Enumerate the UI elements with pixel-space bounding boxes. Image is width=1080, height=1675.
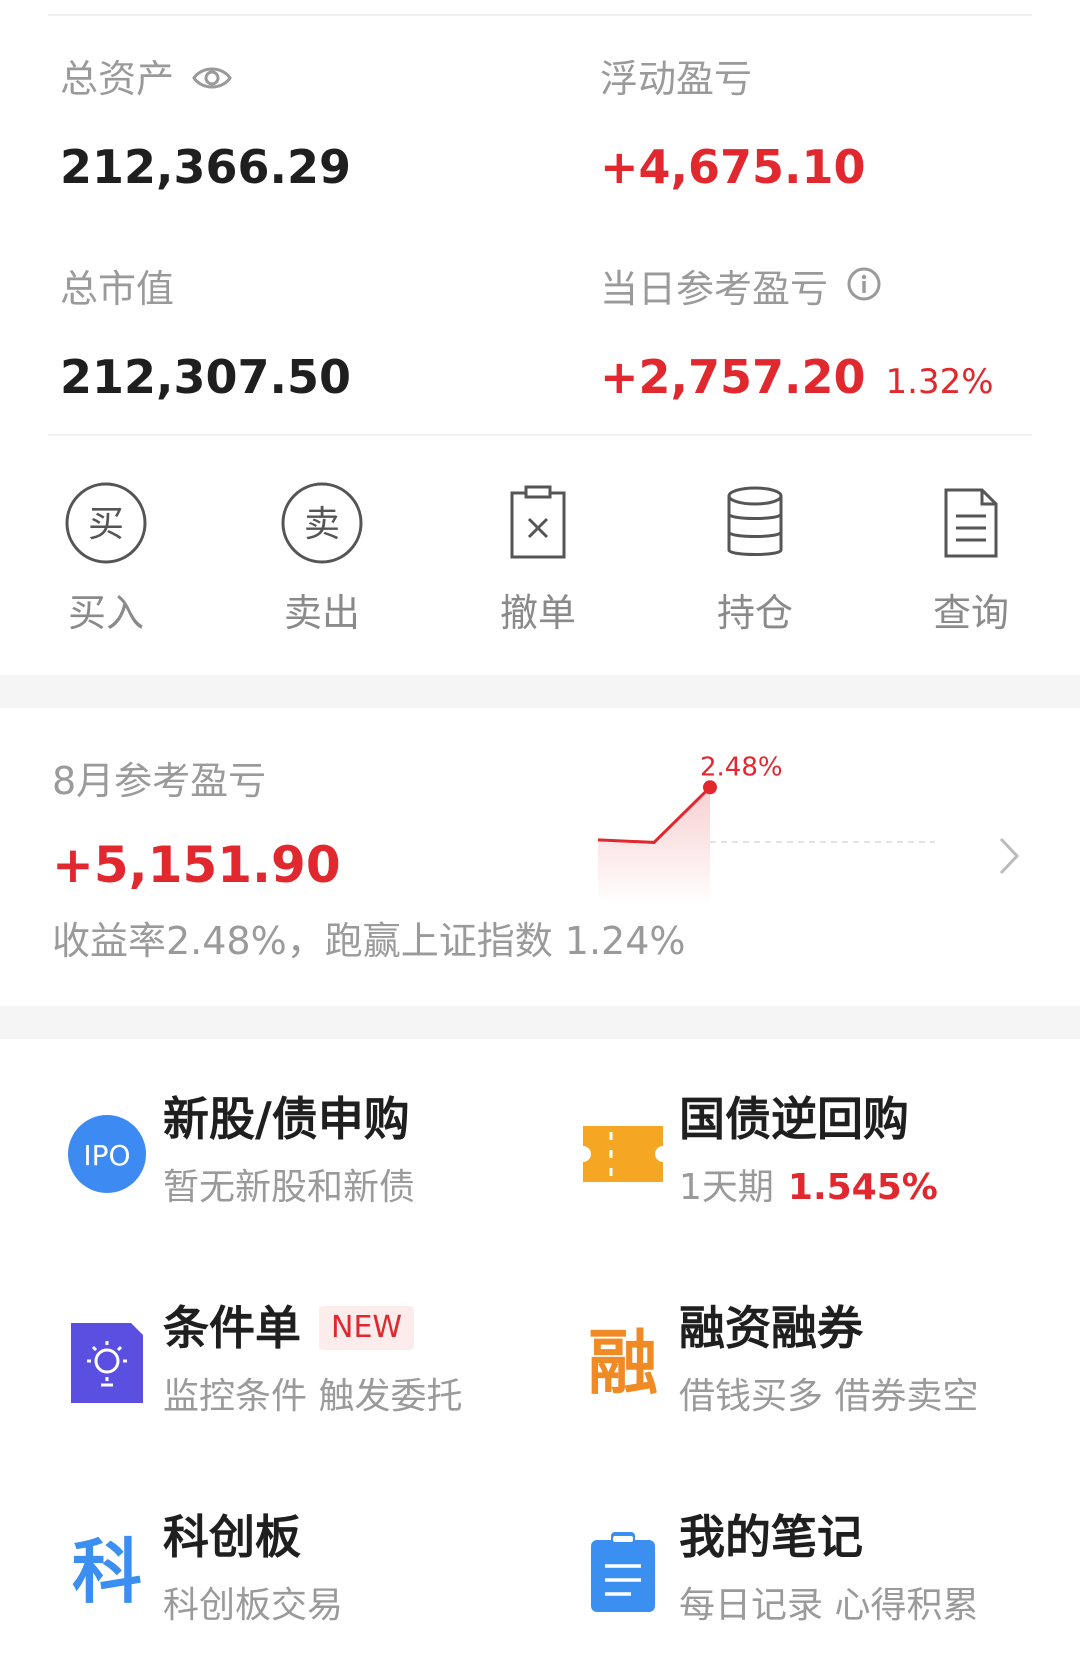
feature-reverse-repo-title: 国债逆回购 bbox=[679, 1092, 909, 1146]
clipboard-icon bbox=[573, 1522, 673, 1622]
feature-ipo[interactable]: IPO 新股/债申购 暂无新股和新债 bbox=[57, 1084, 557, 1224]
floating-pl-cell: 浮动盈亏 +4,675.10 bbox=[600, 56, 866, 194]
total-assets-label: 总资产 bbox=[60, 57, 175, 101]
total-assets-value: 212,366.29 bbox=[60, 140, 352, 194]
asset-summary: 总资产 212,366.29 浮动盈亏 +4,675.10 总市值 212,30… bbox=[0, 0, 1080, 440]
repo-rate: 1.545% bbox=[787, 1167, 938, 1208]
buy-icon: 买 bbox=[31, 478, 181, 568]
feature-notes-subtitle: 每日记录 心得积累 bbox=[679, 1585, 979, 1626]
summary-divider bbox=[48, 434, 1032, 436]
feature-notes-title: 我的笔记 bbox=[679, 1510, 863, 1564]
feature-ipo-title: 新股/债申购 bbox=[163, 1092, 410, 1146]
action-holdings-label: 持仓 bbox=[716, 591, 793, 635]
floating-pl-value: +4,675.10 bbox=[600, 140, 866, 194]
eye-icon[interactable] bbox=[192, 56, 232, 102]
margin-icon-char: 融 bbox=[588, 1322, 658, 1404]
feature-star-title: 科创板 bbox=[163, 1510, 301, 1564]
ipo-icon-text: IPO bbox=[83, 1139, 130, 1172]
daily-pl-cell: 当日参考盈亏 +2,757.20 1.32% bbox=[600, 266, 994, 409]
holdings-icon bbox=[680, 478, 830, 568]
action-sell-label: 卖出 bbox=[283, 591, 360, 635]
feature-margin-subtitle: 借钱买多 借券卖空 bbox=[679, 1376, 979, 1417]
feature-margin-trading[interactable]: 融 融资融券 借钱买多 借券卖空 bbox=[573, 1293, 1073, 1433]
market-value-label: 总市值 bbox=[60, 267, 175, 311]
action-sell[interactable]: 卖 卖出 bbox=[247, 478, 397, 636]
monthly-pl-summary: 收益率2.48%，跑赢上证指数 1.24% bbox=[52, 919, 686, 963]
query-document-icon bbox=[896, 478, 1046, 568]
monthly-pl-value: +5,151.90 bbox=[52, 836, 341, 894]
action-query-label: 查询 bbox=[932, 591, 1009, 635]
info-icon[interactable] bbox=[846, 266, 882, 312]
feature-margin-title: 融资融券 bbox=[679, 1301, 863, 1355]
repo-term: 1天期 bbox=[679, 1167, 774, 1208]
market-value-cell: 总市值 212,307.50 bbox=[60, 266, 351, 404]
chart-end-label: 2.48% bbox=[700, 752, 783, 782]
action-holdings[interactable]: 持仓 bbox=[680, 478, 830, 636]
margin-icon: 融 bbox=[573, 1313, 673, 1413]
sell-icon-char: 卖 bbox=[304, 504, 340, 545]
action-buy[interactable]: 买 买入 bbox=[31, 478, 181, 636]
feature-notes[interactable]: 我的笔记 每日记录 心得积累 bbox=[573, 1502, 1073, 1642]
feature-star-subtitle: 科创板交易 bbox=[163, 1585, 344, 1626]
section-gap bbox=[0, 675, 1080, 708]
buy-icon-char: 买 bbox=[88, 504, 124, 545]
market-value-value: 212,307.50 bbox=[60, 350, 352, 404]
monthly-pl-label: 8月参考盈亏 bbox=[52, 759, 267, 803]
action-query[interactable]: 查询 bbox=[896, 478, 1046, 636]
new-badge: NEW bbox=[319, 1306, 415, 1350]
floating-pl-label: 浮动盈亏 bbox=[600, 57, 753, 101]
chart-end-point bbox=[703, 780, 717, 795]
ipo-icon: IPO bbox=[57, 1104, 157, 1204]
monthly-pl-card[interactable]: 8月参考盈亏 +5,151.90 收益率2.48%，跑赢上证指数 1.24% 2… bbox=[0, 708, 1080, 1006]
feature-reverse-repo[interactable]: 国债逆回购 1天期 1.545% bbox=[573, 1084, 1073, 1224]
daily-pl-label: 当日参考盈亏 bbox=[600, 267, 829, 311]
trade-actions: 买 买入 卖 卖出 撤单 持仓 查询 bbox=[0, 478, 1080, 648]
star-market-icon-char: 科 bbox=[72, 1531, 142, 1613]
section-gap bbox=[0, 1006, 1080, 1039]
ticket-icon bbox=[573, 1104, 673, 1204]
sell-icon: 卖 bbox=[247, 478, 397, 568]
cancel-order-icon bbox=[463, 478, 613, 568]
feature-conditional-subtitle: 监控条件 触发委托 bbox=[163, 1376, 463, 1417]
daily-pl-percent: 1.32% bbox=[885, 362, 994, 402]
star-market-icon: 科 bbox=[57, 1522, 157, 1622]
feature-ipo-subtitle: 暂无新股和新债 bbox=[163, 1167, 416, 1208]
feature-star-market[interactable]: 科 科创板 科创板交易 bbox=[57, 1502, 557, 1642]
action-cancel-order-label: 撤单 bbox=[499, 591, 576, 635]
chevron-right-icon[interactable] bbox=[998, 836, 1020, 880]
monthly-pl-mini-chart: 2.48% bbox=[597, 752, 935, 906]
feature-conditional-title: 条件单 bbox=[163, 1301, 301, 1355]
action-buy-label: 买入 bbox=[67, 591, 144, 635]
bulb-icon bbox=[57, 1313, 157, 1413]
daily-pl-value: +2,757.20 bbox=[600, 350, 866, 404]
total-assets-cell: 总资产 212,366.29 bbox=[60, 56, 351, 194]
action-cancel-order[interactable]: 撤单 bbox=[463, 478, 613, 636]
feature-conditional-order[interactable]: 条件单 NEW 监控条件 触发委托 bbox=[57, 1293, 557, 1433]
